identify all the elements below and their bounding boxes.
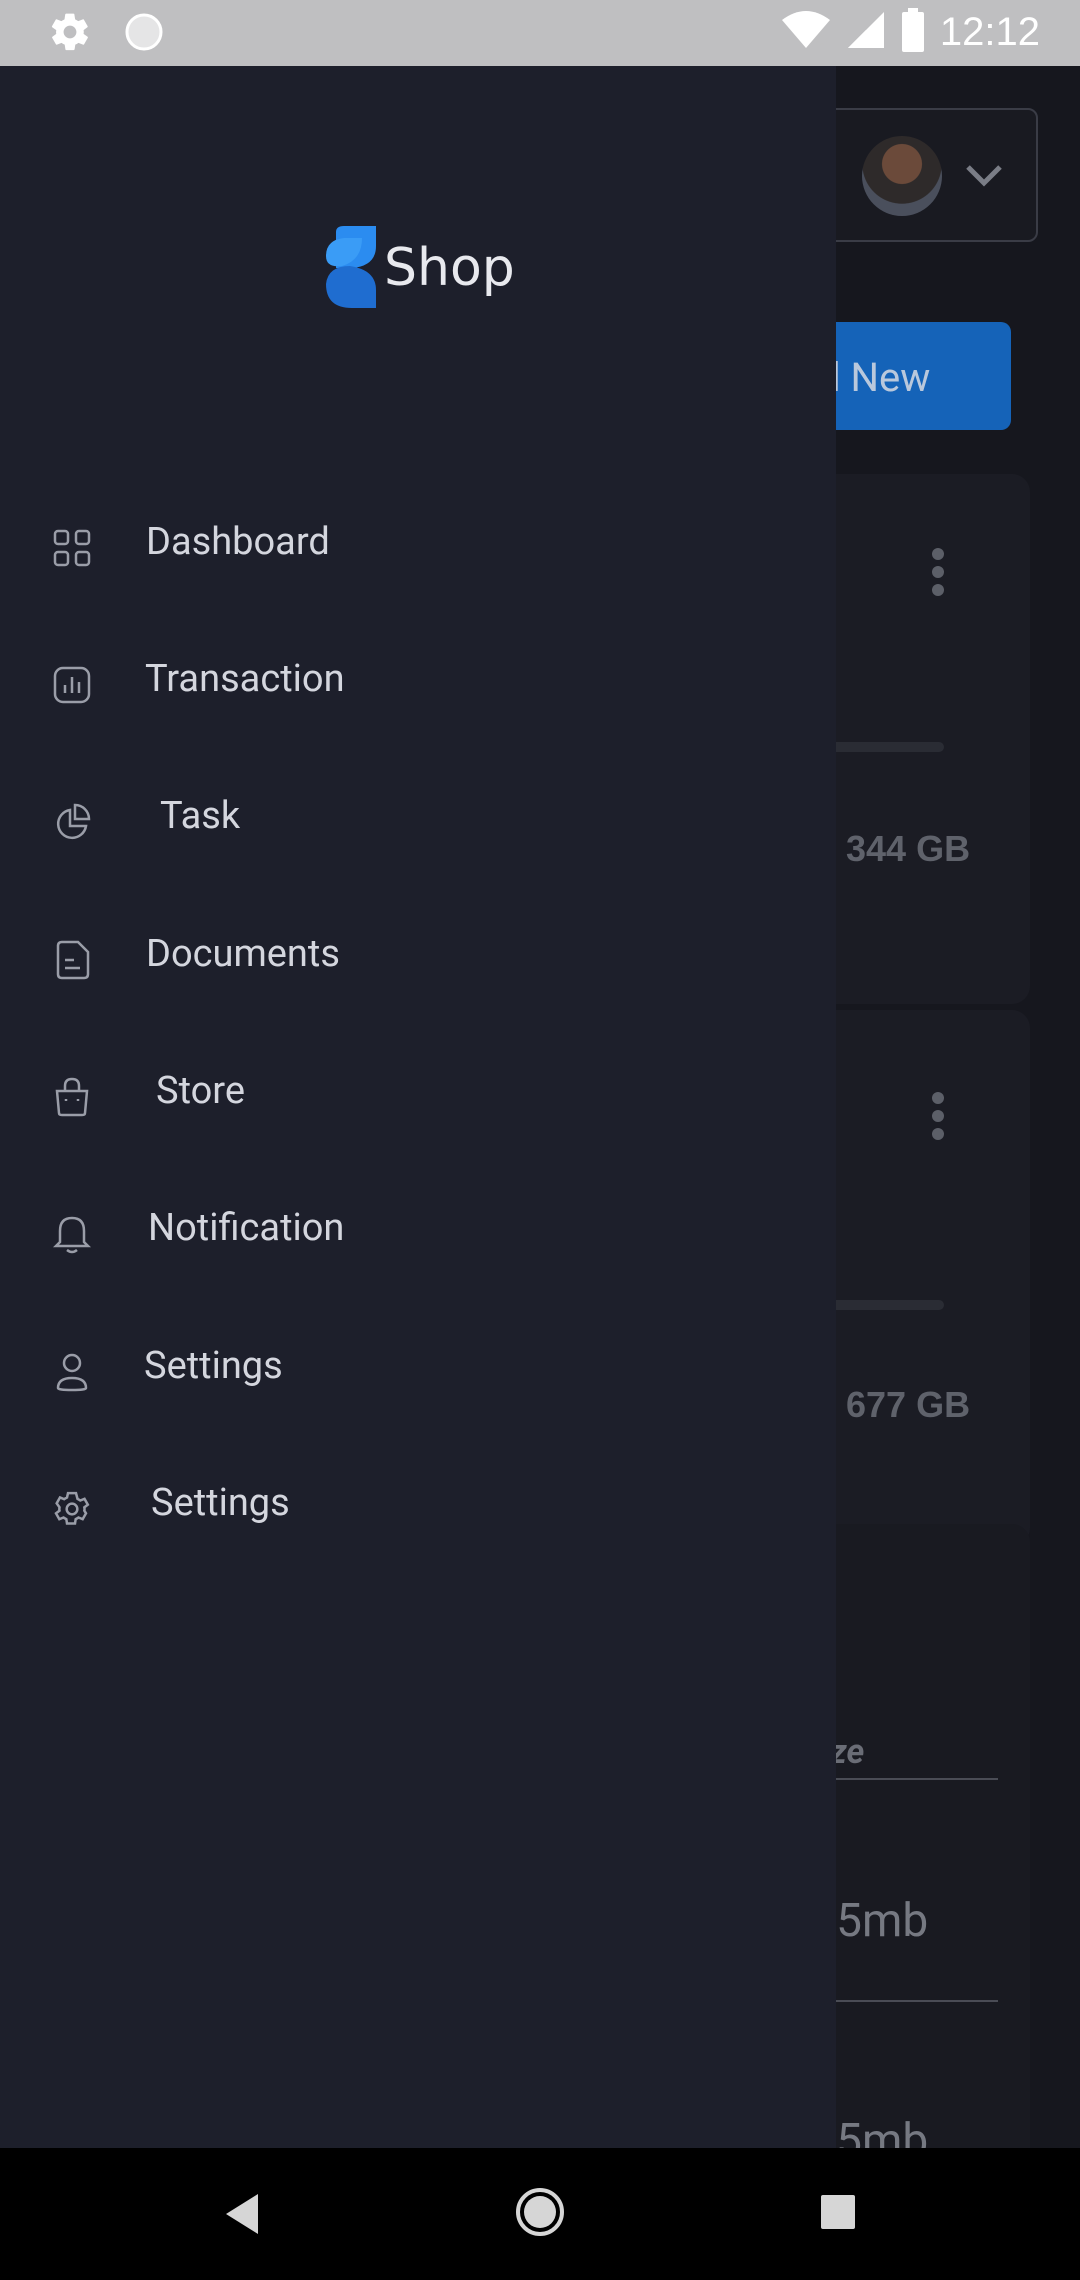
drawer-item-store[interactable]: Store bbox=[0, 1041, 836, 1151]
chevron-down-icon[interactable] bbox=[962, 155, 1006, 199]
card-size: 344 GB bbox=[846, 828, 971, 869]
more-vert-icon[interactable] bbox=[932, 1092, 944, 1146]
back-icon[interactable] bbox=[222, 2192, 262, 2240]
navigation-drawer: Shop Dashboard Transaction Task Document… bbox=[0, 66, 836, 2148]
chart-icon bbox=[52, 665, 92, 705]
drawer-item-label: Store bbox=[156, 1069, 245, 1113]
drawer-item-documents[interactable]: Documents bbox=[0, 904, 836, 1014]
settings-status-icon bbox=[48, 10, 92, 58]
status-bar: 12:12 bbox=[0, 0, 1080, 66]
home-icon[interactable] bbox=[514, 2186, 566, 2242]
user-icon bbox=[52, 1352, 92, 1392]
grid-icon bbox=[52, 528, 92, 568]
drawer-item-notification[interactable]: Notification bbox=[0, 1178, 836, 1288]
wifi-icon bbox=[780, 10, 832, 54]
drawer-item-dashboard[interactable]: Dashboard bbox=[0, 492, 836, 602]
pie-icon bbox=[52, 802, 92, 842]
bell-icon bbox=[52, 1214, 92, 1254]
more-vert-icon[interactable] bbox=[932, 548, 944, 602]
drawer-item-label: Documents bbox=[146, 932, 340, 976]
recents-icon[interactable] bbox=[820, 2194, 856, 2234]
signal-icon bbox=[846, 10, 886, 54]
drawer-item-settings-user[interactable]: Settings bbox=[0, 1316, 836, 1426]
status-time: 12:12 bbox=[939, 9, 1040, 54]
card-size: 677 GB bbox=[846, 1384, 971, 1425]
battery-icon bbox=[900, 8, 926, 56]
drawer-item-settings[interactable]: Settings bbox=[0, 1453, 836, 1563]
system-nav-bar bbox=[0, 2148, 1080, 2280]
logo-text: Shop bbox=[384, 238, 515, 298]
bag-icon bbox=[52, 1077, 92, 1117]
document-icon bbox=[52, 940, 92, 980]
drawer-item-label: Settings bbox=[144, 1344, 283, 1388]
drawer-item-label: Task bbox=[160, 794, 241, 838]
drawer-item-task[interactable]: Task bbox=[0, 766, 836, 876]
avatar[interactable] bbox=[862, 136, 942, 216]
drawer-item-label: Notification bbox=[148, 1206, 345, 1250]
drawer-item-label: Settings bbox=[151, 1481, 290, 1525]
table-cell: .5mb bbox=[824, 1894, 929, 1948]
drawer-item-label: Transaction bbox=[145, 657, 345, 701]
app-logo[interactable]: Shop bbox=[322, 226, 515, 310]
logo-icon bbox=[322, 226, 378, 310]
drawer-item-label: Dashboard bbox=[146, 520, 330, 564]
circle-status-icon bbox=[122, 10, 166, 58]
gear-icon bbox=[52, 1489, 92, 1529]
drawer-item-transaction[interactable]: Transaction bbox=[0, 629, 836, 739]
